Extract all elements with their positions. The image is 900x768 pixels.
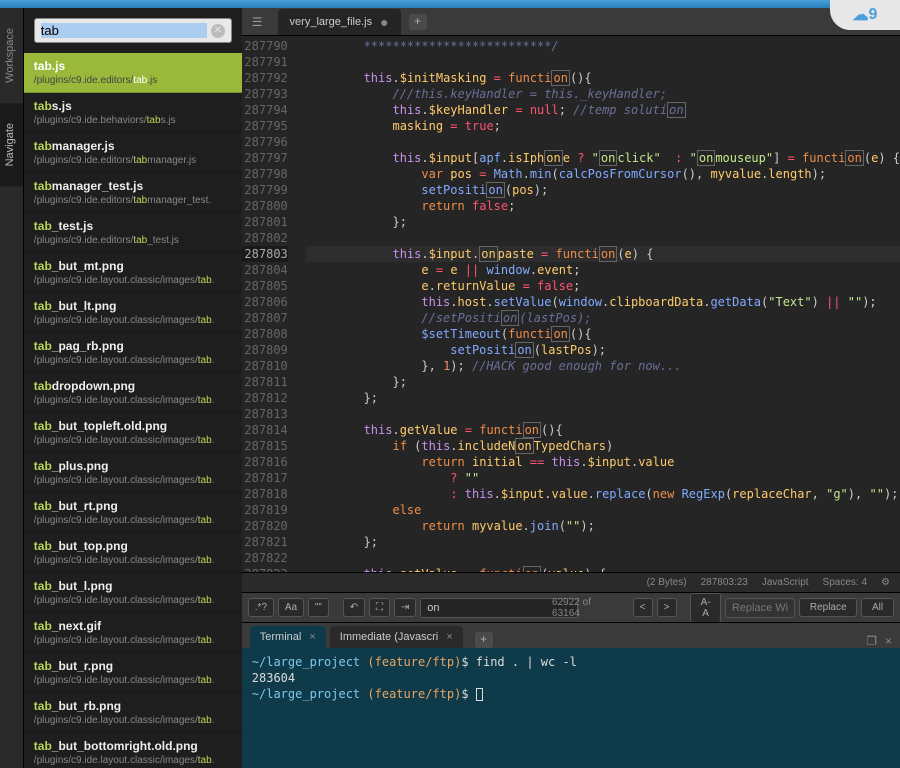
add-terminal-tab[interactable]: +	[475, 632, 493, 648]
search-result-item[interactable]: tabmanager.js/plugins/c9.ide.editors/tab…	[24, 133, 242, 173]
search-result-item[interactable]: tab_but_mt.png/plugins/c9.ide.layout.cla…	[24, 253, 242, 293]
line-gutter: 2877902877912877922877932877942877952877…	[242, 36, 300, 572]
search-result-item[interactable]: tab_but_bottomright.old.png/plugins/c9.i…	[24, 733, 242, 768]
search-result-item[interactable]: tab_but_top.png/plugins/c9.ide.layout.cl…	[24, 533, 242, 573]
workspace-tab[interactable]: Workspace	[0, 8, 23, 103]
search-result-item[interactable]: tab_but_l.png/plugins/c9.ide.layout.clas…	[24, 573, 242, 613]
status-bar: (2 Bytes) 287803:23 JavaScript Spaces: 4…	[242, 572, 900, 592]
terminal[interactable]: ~/large_project (feature/ftp)$ find . | …	[242, 648, 900, 768]
undo-icon[interactable]: ↶	[343, 598, 365, 617]
immediate-tab[interactable]: Immediate (Javascri×	[330, 626, 463, 648]
wrap-icon[interactable]: ⇥	[394, 598, 416, 617]
replace-all-button[interactable]: All	[861, 598, 894, 617]
find-replace-bar: .*? Aa "" ↶ ⛶ ⇥ 62922 of 63164 < > A-A R…	[242, 592, 900, 622]
status-bytes: (2 Bytes)	[647, 577, 687, 588]
search-result-item[interactable]: tabmanager_test.js/plugins/c9.ide.editor…	[24, 173, 242, 213]
case-toggle[interactable]: Aa	[278, 598, 304, 617]
wholeword-toggle[interactable]: ""	[308, 598, 329, 617]
fontsize-toggle[interactable]: A-A	[690, 593, 720, 623]
search-result-item[interactable]: tab_test.js/plugins/c9.ide.editors/tab_t…	[24, 213, 242, 253]
find-input[interactable]	[420, 598, 578, 618]
side-tab-bar: Workspace Navigate	[0, 8, 24, 768]
search-result-item[interactable]: tab_but_rb.png/plugins/c9.ide.layout.cla…	[24, 693, 242, 733]
add-tab-button[interactable]: +	[409, 14, 427, 30]
menu-icon[interactable]: ☰	[252, 15, 263, 29]
search-result-item[interactable]: tab_but_lt.png/plugins/c9.ide.layout.cla…	[24, 293, 242, 333]
gear-icon[interactable]: ⚙	[881, 577, 890, 588]
status-position: 287803:23	[701, 577, 748, 588]
search-result-item[interactable]: tab_but_topleft.old.png/plugins/c9.ide.l…	[24, 413, 242, 453]
replace-input[interactable]	[725, 598, 795, 618]
code-editor[interactable]: **************************/ this.$initMa…	[300, 36, 900, 572]
close-tab-icon[interactable]: ●	[380, 14, 388, 30]
file-tab[interactable]: very_large_file.js ●	[278, 9, 401, 35]
terminal-tab-bar: Terminal× Immediate (Javascri× + ❐ ×	[242, 622, 900, 648]
clear-search-icon[interactable]: ✕	[211, 24, 225, 38]
search-box: ✕	[34, 18, 232, 43]
search-result-item[interactable]: tabs.js/plugins/c9.ide.behaviors/tabs.js	[24, 93, 242, 133]
editor-tab-bar: ☰ very_large_file.js ● +	[242, 8, 900, 36]
search-result-item[interactable]: tabdropdown.png/plugins/c9.ide.layout.cl…	[24, 373, 242, 413]
search-result-item[interactable]: tab_plus.png/plugins/c9.ide.layout.class…	[24, 453, 242, 493]
search-result-item[interactable]: tab_next.gif/plugins/c9.ide.layout.class…	[24, 613, 242, 653]
find-prev-button[interactable]: <	[633, 598, 653, 617]
navigate-tab[interactable]: Navigate	[0, 103, 23, 186]
search-result-item[interactable]: tab.js/plugins/c9.ide.editors/tab.js	[24, 53, 242, 93]
selection-icon[interactable]: ⛶	[369, 598, 390, 617]
search-result-item[interactable]: tab_but_r.png/plugins/c9.ide.layout.clas…	[24, 653, 242, 693]
status-spaces[interactable]: Spaces: 4	[823, 577, 867, 588]
search-result-item[interactable]: tab_pag_rb.png/plugins/c9.ide.layout.cla…	[24, 333, 242, 373]
replace-button[interactable]: Replace	[799, 598, 857, 617]
close-panel-icon[interactable]: ×	[885, 634, 892, 648]
find-next-button[interactable]: >	[657, 598, 677, 617]
regex-toggle[interactable]: .*?	[248, 598, 274, 617]
layout-icon[interactable]: ❐	[866, 634, 877, 648]
status-language[interactable]: JavaScript	[762, 577, 809, 588]
close-icon[interactable]: ×	[446, 631, 452, 643]
search-input[interactable]	[41, 23, 207, 38]
cloud9-logo[interactable]: ☁9	[830, 0, 900, 30]
file-tab-label: very_large_file.js	[290, 16, 373, 28]
search-results: tab.js/plugins/c9.ide.editors/tab.jstabs…	[24, 53, 242, 768]
navigate-panel: ✕ tab.js/plugins/c9.ide.editors/tab.jsta…	[24, 8, 242, 768]
terminal-tab[interactable]: Terminal×	[250, 626, 326, 648]
close-icon[interactable]: ×	[309, 631, 315, 643]
search-result-item[interactable]: tab_but_rt.png/plugins/c9.ide.layout.cla…	[24, 493, 242, 533]
